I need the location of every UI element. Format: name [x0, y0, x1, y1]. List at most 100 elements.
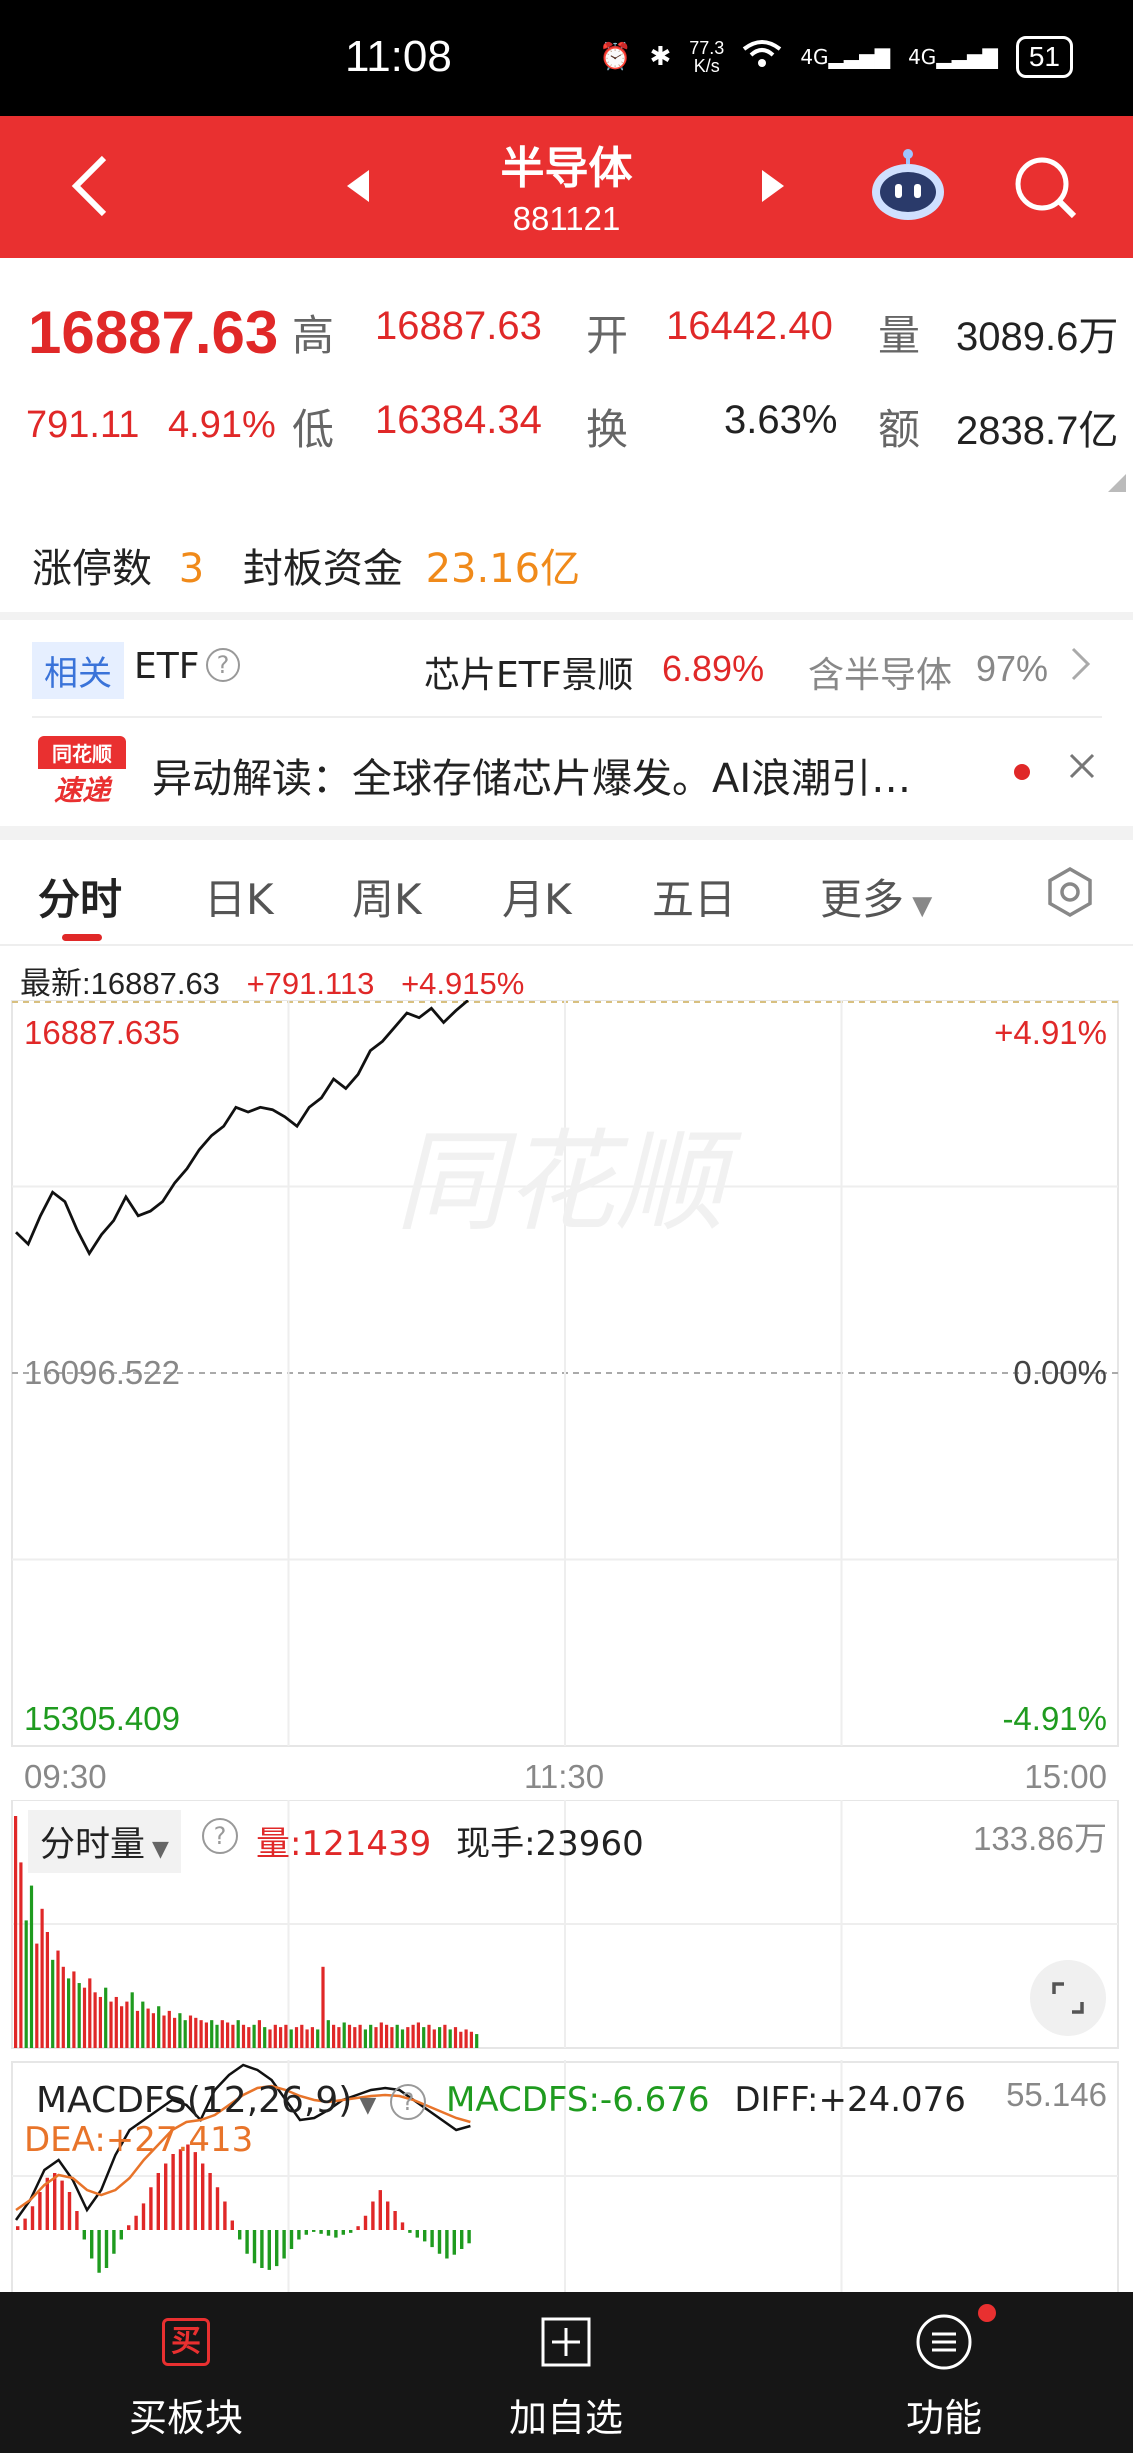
- vol-label: 量:: [256, 1824, 302, 1864]
- volume-bar: [406, 2027, 410, 2048]
- expand-corner-icon[interactable]: [1108, 474, 1126, 496]
- vol-value: 121439: [301, 1824, 432, 1864]
- macd-bar: [119, 2230, 123, 2240]
- macd-bar: [60, 2180, 64, 2230]
- net1-label: 4G: [800, 45, 829, 69]
- unread-dot: [1014, 764, 1030, 780]
- chevron-right-icon: [1070, 646, 1092, 686]
- macd-bar: [252, 2230, 257, 2264]
- etf-label: ETF: [134, 646, 200, 687]
- header-change-pct: +4.915%: [401, 966, 525, 1001]
- open-value: 16442.40: [666, 304, 833, 348]
- dea-value: +27.413: [105, 2120, 254, 2160]
- fullscreen-icon[interactable]: [1030, 1960, 1106, 2036]
- next-stock-icon[interactable]: [760, 168, 786, 208]
- volume-bar: [241, 2024, 246, 2048]
- macd-bar: [82, 2230, 86, 2240]
- etf-name: 芯片ETF景顺: [424, 655, 634, 696]
- volume-bar: [125, 2001, 129, 2048]
- volume-value: 3089.6万: [956, 315, 1119, 359]
- status-time: 11:08: [345, 32, 452, 81]
- bluetooth-icon: ✱: [649, 42, 672, 72]
- volume-selector[interactable]: 分时量 ▼: [28, 1810, 181, 1873]
- macd-bar: [75, 2211, 79, 2230]
- tab-daily-k[interactable]: 日K: [204, 866, 274, 927]
- macd-selector[interactable]: MACDFS(12,26,9) ▼: [36, 2080, 376, 2121]
- volume-bar: [273, 2024, 277, 2048]
- macd-bar: [363, 2215, 368, 2230]
- volume-bar: [167, 2010, 171, 2048]
- volume-bar: [385, 2024, 389, 2048]
- volume-bar: [395, 2024, 399, 2048]
- news-row[interactable]: 同花顺 速递 异动解读：全球存储芯片爆发。AI浪潮引…: [0, 722, 1133, 822]
- macd-bar: [16, 2226, 20, 2230]
- volume-bar: [475, 2034, 479, 2048]
- volume-bar: [188, 2015, 193, 2048]
- last-price: 16887.63: [28, 299, 279, 366]
- macd-dropdown-icon: ▼: [352, 2093, 377, 2118]
- macd-bar: [415, 2230, 419, 2238]
- close-icon[interactable]: [1068, 752, 1096, 784]
- volume-bar: [51, 1959, 55, 2048]
- related-tag: 相关: [32, 642, 124, 699]
- macd-bar: [30, 2206, 35, 2230]
- volume-bar: [300, 2024, 304, 2048]
- macd-bar: [297, 2230, 301, 2240]
- volume-bar: [56, 1950, 60, 2048]
- etf-row[interactable]: 相关 ETF ? 芯片ETF景顺 6.89% 含半导体 97%: [0, 620, 1133, 716]
- tab-more-label: 更多: [820, 875, 905, 924]
- help-icon[interactable]: ?: [206, 648, 240, 682]
- tab-weekly-k[interactable]: 周K: [352, 866, 422, 927]
- tabs-divider: [0, 944, 1133, 946]
- robot-assistant-icon[interactable]: [868, 146, 948, 230]
- volume-bar: [369, 2024, 373, 2048]
- macd-bar: [97, 2230, 101, 2273]
- macd-bar: [326, 2230, 331, 2236]
- volume-bar: [82, 1987, 87, 2048]
- etf-contains: 97%: [976, 648, 1049, 689]
- volume-help-icon[interactable]: ?: [202, 1818, 238, 1854]
- section-divider: [0, 612, 1133, 620]
- tab-more[interactable]: 更多 ▼: [820, 866, 932, 927]
- search-icon[interactable]: [1012, 154, 1078, 224]
- macd-bar: [260, 2230, 264, 2268]
- hand-label: 现手:: [456, 1824, 536, 1864]
- pct-mid-label: 0.00%: [1013, 1354, 1107, 1391]
- volume-bar: [379, 2022, 383, 2048]
- macd-bar: [149, 2187, 153, 2230]
- macd-bar: [467, 2230, 471, 2244]
- macdfs-label: MACDFS:: [446, 2080, 600, 2120]
- volume-bar: [220, 2020, 224, 2048]
- macd-bar: [127, 2225, 131, 2230]
- latest-value: 16887.63: [90, 966, 220, 1001]
- tab-monthly-k[interactable]: 月K: [502, 866, 572, 927]
- tab-five-day[interactable]: 五日: [652, 866, 736, 927]
- battery-level: 51: [1028, 41, 1060, 72]
- macd-bar: [267, 2230, 271, 2270]
- volume-bar: [114, 1996, 118, 2048]
- tab-intraday[interactable]: 分时: [38, 866, 122, 927]
- volume-bar: [183, 2020, 187, 2048]
- volume-bar: [162, 2015, 166, 2048]
- macd-help-icon[interactable]: ?: [390, 2084, 426, 2120]
- x-label-close: 15:00: [1024, 1758, 1107, 1795]
- macd-bar: [452, 2230, 456, 2255]
- menu-icon: [914, 2312, 974, 2376]
- limit-up-row[interactable]: 涨停数 3 封板资金 23.16亿: [32, 536, 580, 594]
- volume-bar: [438, 2027, 442, 2048]
- volume-bar: [226, 2022, 230, 2048]
- volume-bar: [173, 2017, 177, 2048]
- macd-bar: [356, 2226, 360, 2230]
- macd-bar: [67, 2192, 72, 2230]
- volume-bar: [422, 2027, 426, 2048]
- macd-bar: [215, 2187, 220, 2230]
- macd-bar: [386, 2201, 390, 2230]
- volume-bar: [363, 2029, 367, 2048]
- settings-icon[interactable]: [1044, 866, 1096, 922]
- volume-bar: [93, 1992, 97, 2048]
- volume-bar: [321, 1966, 325, 2048]
- macd-bar: [378, 2190, 382, 2230]
- macd-bar: [304, 2230, 308, 2235]
- net2-label: 4G: [908, 45, 937, 69]
- tab-indicator: [62, 934, 102, 941]
